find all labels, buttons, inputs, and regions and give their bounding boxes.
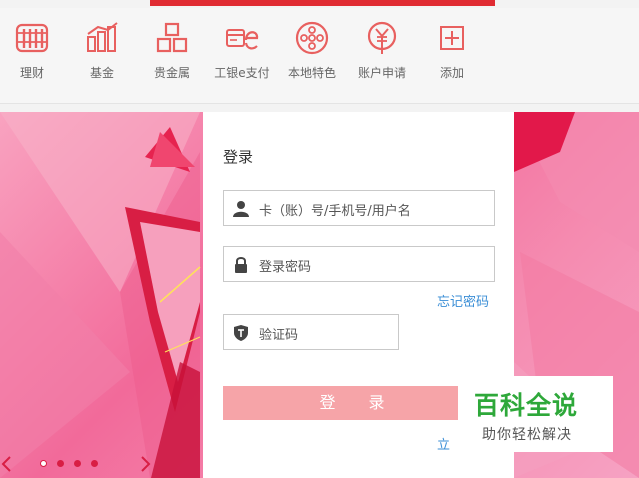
nav-label: 账户申请 [357, 66, 406, 80]
account-placeholder: 卡（账）号/手机号/用户名 [259, 204, 411, 219]
top-strip [0, 0, 639, 8]
carousel-prev-icon[interactable] [0, 455, 14, 473]
register-link[interactable]: 立 [437, 434, 450, 453]
carousel-dot[interactable] [40, 460, 47, 467]
nav-label: 理财 [19, 66, 44, 80]
forgot-password-link[interactable]: 忘记密码 [437, 291, 489, 310]
watermark-subtitle: 助你轻松解决 [482, 427, 572, 443]
nav-item-epay[interactable]: 工银e支付 [207, 20, 277, 81]
nav-item-licai[interactable]: 理财 [0, 20, 67, 81]
nav-label: 工银e支付 [214, 66, 270, 80]
password-input[interactable]: 登录密码 [223, 246, 495, 282]
carousel-dot[interactable] [91, 460, 98, 467]
watermark-title: 百科全说 [474, 391, 579, 420]
nav-label: 基金 [89, 66, 114, 80]
nav-item-jijin[interactable]: 基金 [67, 20, 137, 81]
yen-icon [367, 21, 397, 54]
nav-item-guijinshu[interactable]: 贵金属 [137, 20, 207, 81]
abacus-icon [15, 23, 49, 53]
captcha-placeholder: 验证码 [259, 328, 299, 343]
captcha-input[interactable]: 验证码 [223, 314, 399, 350]
nav-item-zhanghu[interactable]: 账户申请 [347, 20, 417, 81]
nav-item-bendi[interactable]: 本地特色 [277, 20, 347, 81]
login-title: 登录 [223, 148, 254, 166]
film-reel-icon [295, 21, 329, 55]
gold-bars-icon [156, 22, 188, 53]
nav-label: 添加 [439, 66, 464, 80]
password-placeholder: 登录密码 [259, 260, 312, 275]
lock-icon [235, 257, 247, 273]
nav-item-add[interactable]: 添加 [417, 20, 487, 81]
plus-square-icon [440, 26, 464, 50]
user-icon [233, 201, 249, 217]
carousel-dot[interactable] [57, 460, 64, 467]
nav-label: 贵金属 [153, 66, 190, 80]
bar-chart-icon [87, 22, 118, 52]
quick-nav: 理财 基金 贵金属 工银e支付 本地特色 账户申请 添加 [0, 8, 639, 104]
account-input[interactable]: 卡（账）号/手机号/用户名 [223, 190, 495, 226]
header-red-bar [150, 0, 495, 6]
shield-icon [234, 325, 248, 341]
carousel-next-icon[interactable] [138, 455, 152, 473]
login-button[interactable]: 登 录 [223, 386, 495, 420]
carousel-dots [40, 460, 98, 467]
epay-icon [226, 29, 259, 50]
nav-label: 本地特色 [287, 66, 336, 80]
watermark: 百科全说 助你轻松解决 [458, 376, 613, 452]
carousel-dot[interactable] [74, 460, 81, 467]
